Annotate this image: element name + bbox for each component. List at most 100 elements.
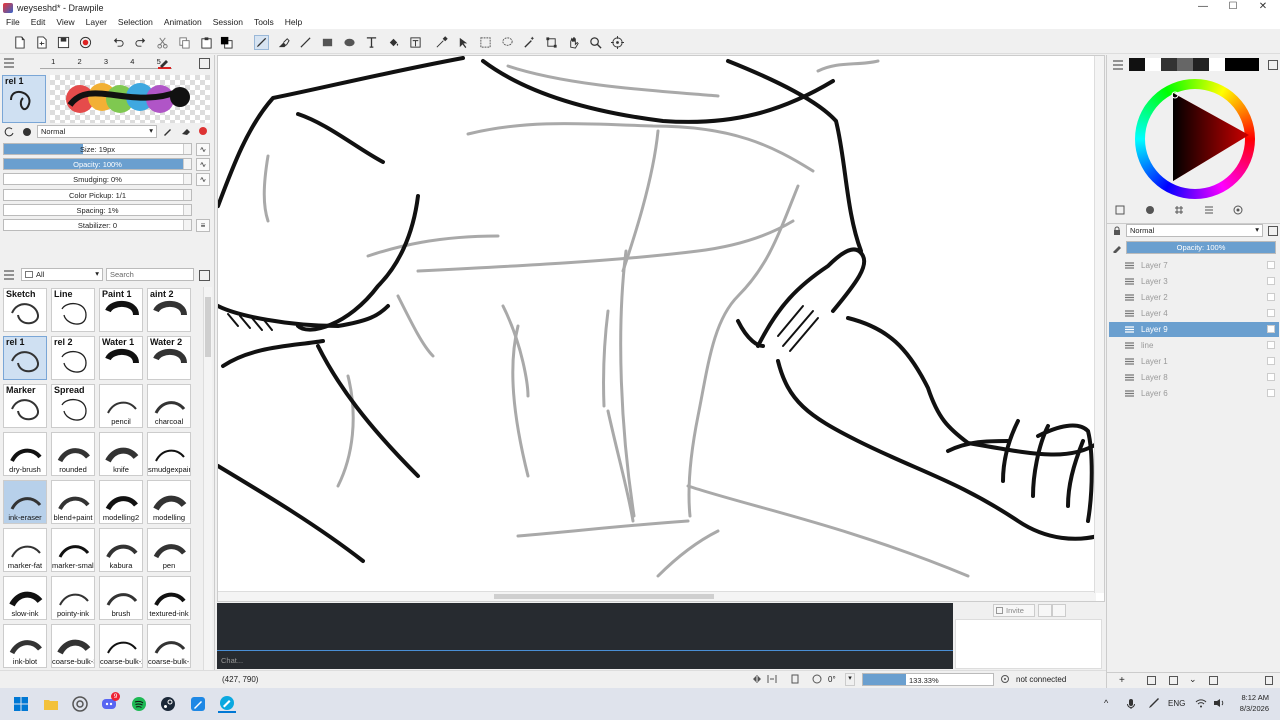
- fill-bucket-icon[interactable]: [386, 35, 401, 50]
- layer-row[interactable]: Layer 1: [1109, 354, 1279, 369]
- brush-settings-icon[interactable]: [197, 125, 209, 137]
- brush-preset-8[interactable]: Water 2: [147, 336, 191, 380]
- swatch-white-2[interactable]: [1209, 58, 1225, 71]
- undo-icon[interactable]: [111, 35, 126, 50]
- layer-visibility-icon[interactable]: [1125, 261, 1134, 270]
- user-float-icon[interactable]: [1052, 604, 1066, 617]
- color-picker-icon[interactable]: [434, 35, 449, 50]
- add-layer-icon[interactable]: +: [1119, 675, 1125, 686]
- brush-preset-26[interactable]: pointy-ink: [51, 576, 95, 620]
- brush-preset-25[interactable]: slow-ink: [3, 576, 47, 620]
- panel-menu-icon[interactable]: [3, 58, 15, 68]
- pan-hand-icon[interactable]: [566, 35, 581, 50]
- brush-preset-6[interactable]: rel 2: [51, 336, 95, 380]
- steam-icon[interactable]: [159, 695, 177, 713]
- layer-checkbox[interactable]: [1267, 357, 1275, 365]
- opacity-pressure-icon[interactable]: ∿: [196, 158, 210, 171]
- menu-edit[interactable]: Edit: [31, 17, 46, 27]
- paste-icon[interactable]: [199, 35, 214, 50]
- size-pressure-icon[interactable]: ∿: [196, 143, 210, 156]
- color-sliders-tab-icon[interactable]: [1145, 205, 1155, 215]
- transform-icon[interactable]: [544, 35, 559, 50]
- eraser-slot-icon[interactable]: [158, 56, 171, 69]
- brush-preset-7[interactable]: Water 1: [99, 336, 143, 380]
- zoom-tool-icon[interactable]: [588, 35, 603, 50]
- layer-checkbox[interactable]: [1267, 261, 1275, 269]
- layer-row[interactable]: Layer 4: [1109, 306, 1279, 321]
- layer-visibility-icon[interactable]: [1125, 325, 1134, 334]
- swatch-charcoal[interactable]: [1193, 58, 1209, 71]
- slot-2[interactable]: 2: [78, 57, 82, 68]
- brush-preset-22[interactable]: marker-small: [51, 528, 95, 572]
- minimize-button[interactable]: —: [1188, 0, 1218, 15]
- color-panel-menu-icon[interactable]: [1112, 60, 1124, 70]
- redo-icon[interactable]: [133, 35, 148, 50]
- layer-checkbox[interactable]: [1267, 341, 1275, 349]
- language-indicator[interactable]: ENG: [1168, 699, 1185, 708]
- menu-help[interactable]: Help: [285, 17, 302, 27]
- brush-preset-16[interactable]: smudgexpaint: [147, 432, 191, 476]
- rotate-view-icon[interactable]: [790, 674, 800, 684]
- brush-grid-scrollbar[interactable]: [203, 287, 212, 687]
- drawpile-taskbar-icon[interactable]: [218, 695, 236, 713]
- menu-animation[interactable]: Animation: [164, 17, 202, 27]
- layer-row[interactable]: Layer 7: [1109, 258, 1279, 273]
- save-icon[interactable]: [56, 35, 71, 50]
- reset-brush-icon[interactable]: [3, 126, 15, 138]
- color-swatch-icon[interactable]: [219, 35, 234, 50]
- clock-date[interactable]: 8/3/2026: [1232, 704, 1269, 713]
- brush-search-input[interactable]: Search: [106, 268, 194, 281]
- layer-props-icon[interactable]: [1209, 676, 1218, 685]
- clock-time[interactable]: 8:12 AM: [1237, 693, 1269, 702]
- menu-file[interactable]: File: [6, 17, 20, 27]
- swatch-black-wide[interactable]: [1225, 58, 1259, 71]
- copy-icon[interactable]: [177, 35, 192, 50]
- rotation-dropdown[interactable]: ▾: [845, 673, 855, 686]
- chat-input[interactable]: Chat...: [217, 650, 953, 669]
- paint-app-icon[interactable]: [189, 695, 207, 713]
- brush-preset-3[interactable]: Paint 1: [99, 288, 143, 332]
- microphone-icon[interactable]: [1126, 698, 1136, 710]
- wifi-icon[interactable]: [1195, 698, 1207, 708]
- layer-opacity-slider[interactable]: Opacity: 100%: [1126, 241, 1276, 254]
- annotation-tool-icon[interactable]: [408, 35, 423, 50]
- layer-visibility-icon[interactable]: [1125, 389, 1134, 398]
- flip-vertical-icon[interactable]: [767, 674, 777, 684]
- layer-visibility-icon[interactable]: [1125, 373, 1134, 382]
- smudging-slider[interactable]: Smudging: 0%: [3, 173, 192, 185]
- layer-visibility-icon[interactable]: [1125, 357, 1134, 366]
- layer-checkbox[interactable]: [1267, 309, 1275, 317]
- smudging-pressure-icon[interactable]: ∿: [196, 173, 210, 186]
- layer-blend-select[interactable]: Normal ▾: [1126, 224, 1263, 237]
- pencil-mode-icon[interactable]: [162, 125, 174, 137]
- brush-preset-30[interactable]: coarse-bulk-3: [51, 624, 95, 668]
- blend-mode-select[interactable]: Normal ▾: [37, 125, 157, 138]
- merge-down-icon[interactable]: ⌄: [1189, 674, 1197, 685]
- brush-preset-1[interactable]: Sketch: [3, 288, 47, 332]
- eraser-icon[interactable]: [276, 35, 291, 50]
- swatch-black[interactable]: [1129, 58, 1145, 71]
- brush-preset-24[interactable]: pen: [147, 528, 191, 572]
- user-options-icon[interactable]: [1038, 604, 1052, 617]
- layer-lock-icon[interactable]: [1112, 226, 1122, 236]
- layer-checkbox[interactable]: [1267, 389, 1275, 397]
- brush-preset-32[interactable]: coarse-bulk-1: [147, 624, 191, 668]
- cut-icon[interactable]: [155, 35, 170, 50]
- eraser-mode-icon[interactable]: [180, 125, 192, 137]
- delete-layer-icon[interactable]: [1265, 676, 1273, 685]
- layer-row[interactable]: Layer 9: [1109, 322, 1279, 337]
- float-library-icon[interactable]: [199, 270, 210, 281]
- brush-preset-31[interactable]: coarse-bulk-2: [99, 624, 143, 668]
- brush-preset-21[interactable]: marker-fat: [3, 528, 47, 572]
- brush-preset-18[interactable]: blend+paint: [51, 480, 95, 524]
- zoom-slider[interactable]: 133.33%: [862, 673, 994, 686]
- float-layers-icon[interactable]: [1268, 226, 1278, 236]
- drawing-canvas[interactable]: [217, 55, 1105, 602]
- spacing-slider[interactable]: Spacing: 1%: [3, 204, 192, 216]
- pointer-tool-icon[interactable]: [456, 35, 471, 50]
- layer-checkbox[interactable]: [1267, 325, 1275, 333]
- brush-library-menu-icon[interactable]: [3, 270, 15, 280]
- new-file-icon[interactable]: [12, 35, 27, 50]
- slot-4[interactable]: 4: [130, 57, 134, 68]
- layer-row[interactable]: Layer 3: [1109, 274, 1279, 289]
